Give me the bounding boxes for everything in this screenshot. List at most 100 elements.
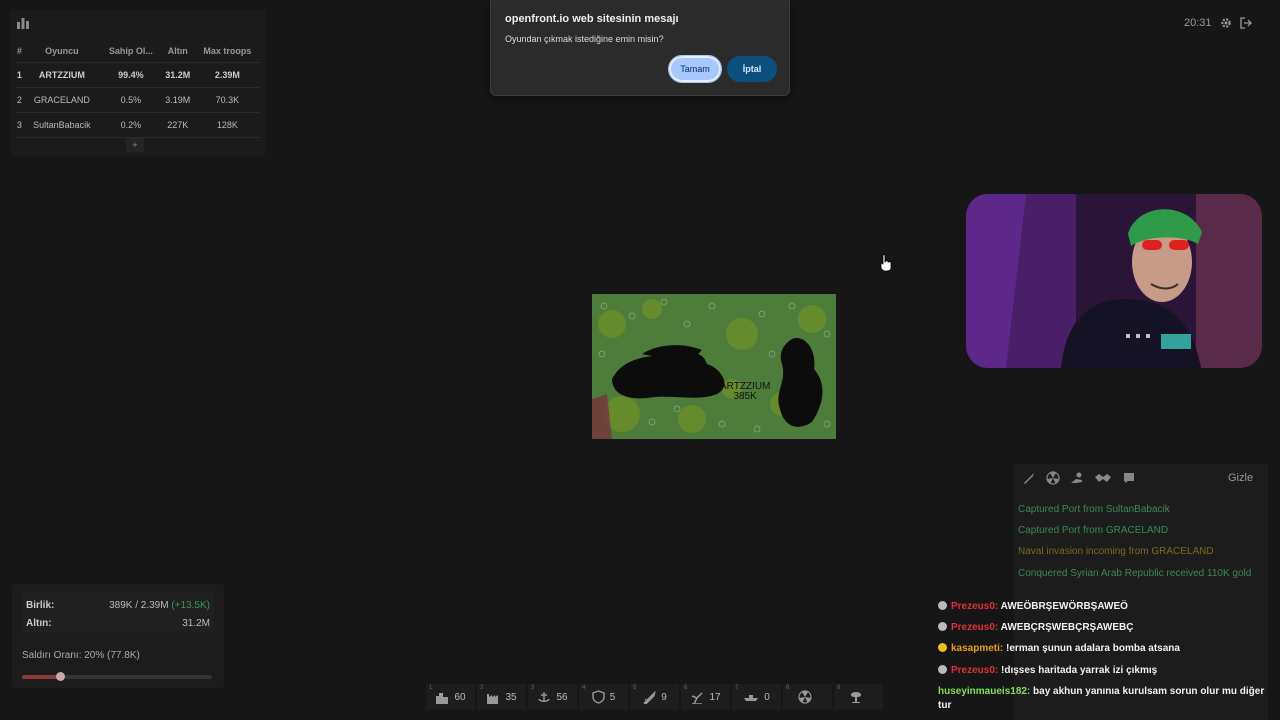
nuke-filter-icon[interactable] <box>1046 471 1060 485</box>
event-item: Captured Port from SultanBabacik <box>1018 504 1170 515</box>
leaderboard-header: # Oyuncu Sahip Ol... Altın Max troops <box>16 40 260 63</box>
build-defense-post-button[interactable]: 4 5 <box>579 684 628 710</box>
build-count: 0 <box>764 691 770 703</box>
troops-cell: 70.3K <box>194 87 260 113</box>
hotkey-label: 4 <box>582 685 586 691</box>
event-item: Captured Port from GRACELAND <box>1018 525 1169 536</box>
troops-cell: 2.39M <box>194 62 260 88</box>
leaderboard-row[interactable]: 3 SultanBabacik 0.2% 227K 128K <box>16 112 260 138</box>
build-count: 60 <box>454 691 466 703</box>
leaderboard-row[interactable]: 1 ARTZZIUM 99.4% 31.2M 2.39M <box>16 62 260 88</box>
top-right-bar: 20:31 <box>1184 12 1252 34</box>
rank-cell: 3 <box>16 112 23 138</box>
cancel-button[interactable]: İptal <box>727 56 777 82</box>
chat-text: AWEÖBRŞEWÖRBŞAWEÖ <box>1000 601 1128 612</box>
event-item: Conquered Syrian Arab Republic received … <box>1018 568 1252 579</box>
chat-message: Prezeus0: AWEÖBRŞEWÖRBŞAWEÖ <box>938 600 1128 614</box>
attack-ratio-label: Saldırı Oranı: 20% (77.8K) <box>22 650 140 661</box>
build-bar: 1 60 2 35 3 56 4 5 5 9 6 17 7 0 8 9 <box>426 684 883 710</box>
leaderboard-expand-button[interactable]: + <box>126 138 144 152</box>
owned-cell: 0.5% <box>100 87 161 113</box>
owned-cell: 99.4% <box>100 62 161 88</box>
troops-label: Birlik: <box>26 600 55 611</box>
player-stats-panel: Birlik: 389K / 2.39M (+13.5K) Altın: 31.… <box>12 584 224 688</box>
defense-post-icon <box>592 690 605 704</box>
atom-bomb-icon <box>798 690 812 704</box>
chat-filter-icon[interactable] <box>1122 471 1136 485</box>
gold-value: 31.2M <box>182 618 210 629</box>
game-timer: 20:31 <box>1184 17 1212 29</box>
player-cell: ARTZZIUM <box>22 62 101 88</box>
chat-text: !dışses haritada yarrak izi çıkmış <box>1001 665 1158 676</box>
player-cell: SultanBabacik <box>22 112 101 138</box>
col-gold: Altın <box>160 40 195 63</box>
events-panel: Gizle Captured Port from SultanBabacik C… <box>1014 464 1268 720</box>
missile-silo-icon <box>643 690 656 704</box>
dialog-message: Oyundan çıkmak istediğine emin misin? <box>505 34 664 44</box>
hotkey-label: 1 <box>429 685 433 691</box>
build-hydrogen-bomb-button[interactable]: 9 <box>834 684 883 710</box>
chat-badge-icon <box>938 601 947 610</box>
leaderboard-panel: # Oyuncu Sahip Ol... Altın Max troops 1 … <box>10 10 266 156</box>
hotkey-label: 2 <box>480 685 484 691</box>
col-rank: # <box>16 40 23 63</box>
hydrogen-bomb-icon <box>851 692 861 703</box>
troops-readout: 389K / 2.39M (+13.5K) <box>109 600 210 611</box>
attack-ratio-fill <box>22 675 60 679</box>
col-troops: Max troops <box>194 40 260 63</box>
build-atom-bomb-button[interactable]: 8 <box>783 684 832 710</box>
chat-username: Prezeus0: <box>951 665 999 676</box>
game-map[interactable]: ARTZZIUM 385K <box>592 294 836 439</box>
build-count: 5 <box>609 691 616 703</box>
troops-delta: (+13.5K) <box>171 600 210 611</box>
warship-icon <box>744 695 759 701</box>
col-owned: Sahip Ol... <box>100 40 161 63</box>
troops-value: 389K / 2.39M <box>109 600 169 611</box>
chat-message: Prezeus0: !dışses haritada yarrak izi çı… <box>938 664 1157 678</box>
chat-badge-icon <box>938 643 947 652</box>
hotkey-label: 5 <box>633 685 637 691</box>
build-city-button[interactable]: 1 60 <box>426 684 475 710</box>
exit-icon[interactable] <box>1239 17 1252 29</box>
hotkey-label: 9 <box>837 685 841 691</box>
leaderboard-row[interactable]: 2 GRACELAND 0.5% 3.19M 70.3K <box>16 87 260 113</box>
hotkey-label: 7 <box>735 685 739 691</box>
events-hide-button[interactable]: Gizle <box>1228 472 1253 484</box>
map-player-troops: 385K <box>733 391 757 402</box>
attack-ratio-knob[interactable] <box>56 672 65 681</box>
chat-message: kasapmeti: !erman şunun adalara bomba at… <box>938 642 1180 656</box>
build-sam-launcher-button[interactable]: 6 17 <box>681 684 730 710</box>
build-missile-silo-button[interactable]: 5 9 <box>630 684 679 710</box>
chat-message: Prezeus0: AWEBÇRŞWEBÇRŞAWEBÇ <box>938 621 1133 635</box>
ok-button[interactable]: Tamam <box>668 55 722 83</box>
owned-cell: 0.2% <box>100 112 161 138</box>
leaderboard-icon[interactable] <box>16 16 30 30</box>
settings-gear-icon[interactable] <box>1220 17 1232 29</box>
alliance-filter-icon[interactable] <box>1094 471 1112 485</box>
sword-filter-icon[interactable] <box>1022 471 1036 485</box>
build-count: 9 <box>661 691 667 703</box>
build-factory-button[interactable]: 2 35 <box>477 684 526 710</box>
build-count: 17 <box>709 691 721 703</box>
chat-badge-icon <box>938 622 947 631</box>
chat-username: Prezeus0: <box>951 601 999 612</box>
rank-cell: 2 <box>16 87 23 113</box>
hotkey-label: 3 <box>531 685 535 691</box>
build-warship-button[interactable]: 7 0 <box>732 684 781 710</box>
chat-text: !erman şunun adalara bomba atsana <box>1006 643 1180 654</box>
build-count: 35 <box>505 691 517 703</box>
hotkey-label: 8 <box>786 685 790 691</box>
troops-cell: 128K <box>194 112 260 138</box>
chat-text: AWEBÇRŞWEBÇRŞAWEBÇ <box>1000 622 1134 633</box>
build-port-button[interactable]: 3 56 <box>528 684 577 710</box>
gold-cell: 227K <box>160 112 195 138</box>
trade-filter-icon[interactable] <box>1070 471 1084 485</box>
gold-cell: 31.2M <box>160 62 195 88</box>
webcam-overlay <box>966 194 1262 368</box>
gold-label: Altın: <box>26 618 52 629</box>
gold-cell: 3.19M <box>160 87 195 113</box>
port-icon <box>538 691 551 702</box>
events-filter-bar <box>1022 470 1136 486</box>
chat-username: huseyinmaueis182: <box>938 686 1031 697</box>
map-player-label: ARTZZIUM 385K <box>720 382 770 402</box>
